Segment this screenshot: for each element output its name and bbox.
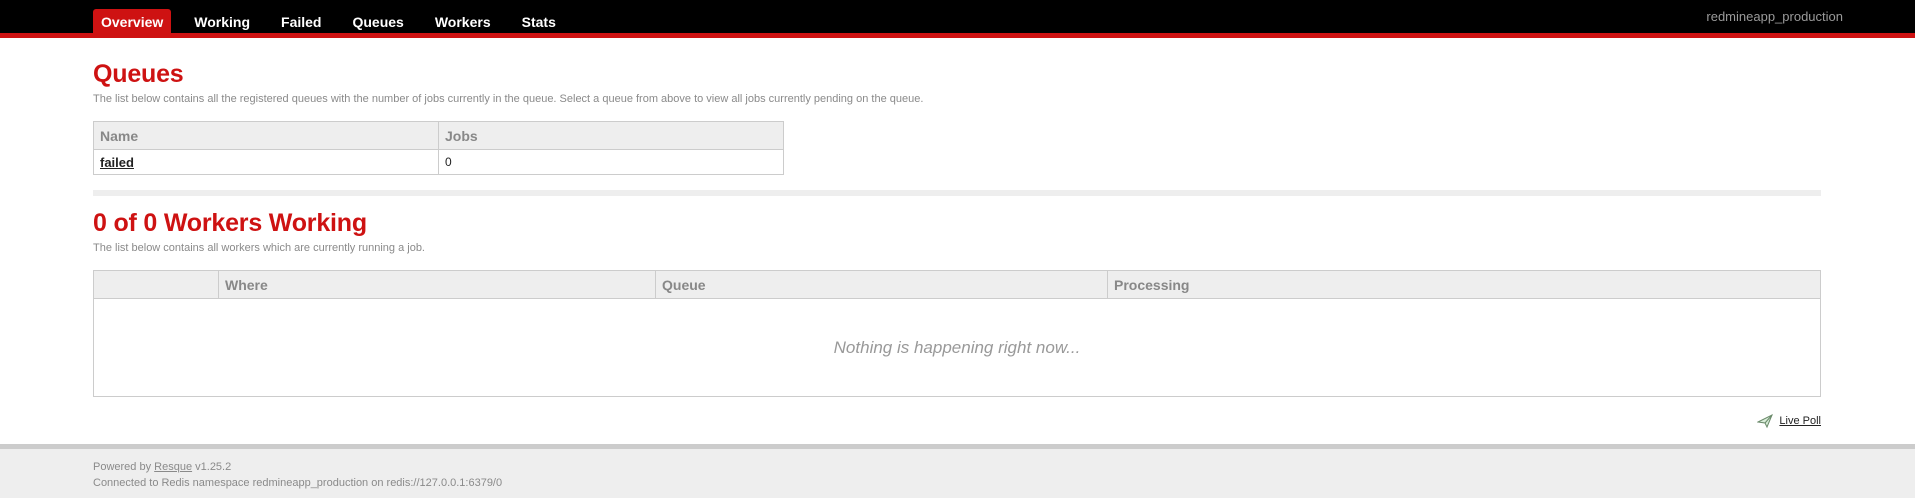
column-header-status [93, 270, 219, 299]
footer: Powered by Resque v1.25.2 Connected to R… [0, 444, 1915, 498]
column-header-jobs: Jobs [438, 121, 784, 150]
poll-icon[interactable] [1757, 413, 1774, 429]
queues-title: Queues [93, 60, 184, 88]
queues-table: Name Jobs failed 0 [93, 121, 784, 175]
footer-connection: Connected to Redis namespace redmineapp_… [93, 477, 503, 489]
namespace-label: redmineapp_production [1706, 9, 1843, 24]
column-header-name: Name [93, 121, 439, 150]
queue-name-cell: failed [93, 149, 439, 175]
queue-jobs-cell: 0 [438, 149, 784, 175]
empty-row: Nothing is happening right now... [93, 298, 1821, 397]
tab-stats[interactable]: Stats [514, 9, 564, 38]
table-row: failed 0 [93, 149, 784, 175]
tab-overview[interactable]: Overview [93, 9, 172, 38]
workers-title: 0 of 0 Workers Working [93, 209, 367, 237]
tab-working[interactable]: Working [186, 9, 258, 38]
tab-workers[interactable]: Workers [427, 9, 499, 38]
top-nav-bar: Overview Working Failed Queues Workers S… [0, 0, 1915, 38]
column-header-where: Where [218, 270, 656, 299]
section-divider [93, 190, 1821, 196]
workers-description: The list below contains all workers whic… [93, 242, 425, 254]
live-poll-link[interactable]: Live Poll [1779, 415, 1821, 427]
footer-powered-by: Powered by Resque v1.25.2 [93, 461, 231, 473]
queues-header-row: Name Jobs [93, 121, 784, 150]
empty-message: Nothing is happening right now... [93, 298, 1821, 397]
queue-link-failed[interactable]: failed [100, 155, 134, 170]
main-nav: Overview Working Failed Queues Workers S… [93, 9, 579, 38]
workers-header-row: Where Queue Processing [93, 270, 1821, 299]
queues-description: The list below contains all the register… [93, 93, 924, 105]
column-header-processing: Processing [1107, 270, 1821, 299]
resque-link[interactable]: Resque [154, 461, 192, 473]
live-poll: Live Poll [1757, 413, 1821, 429]
column-header-queue: Queue [655, 270, 1108, 299]
version-label: v1.25.2 [195, 461, 232, 473]
tab-failed[interactable]: Failed [273, 9, 329, 38]
powered-by-prefix: Powered by [93, 461, 152, 473]
tab-queues[interactable]: Queues [344, 9, 411, 38]
workers-table: Where Queue Processing Nothing is happen… [93, 270, 1821, 397]
